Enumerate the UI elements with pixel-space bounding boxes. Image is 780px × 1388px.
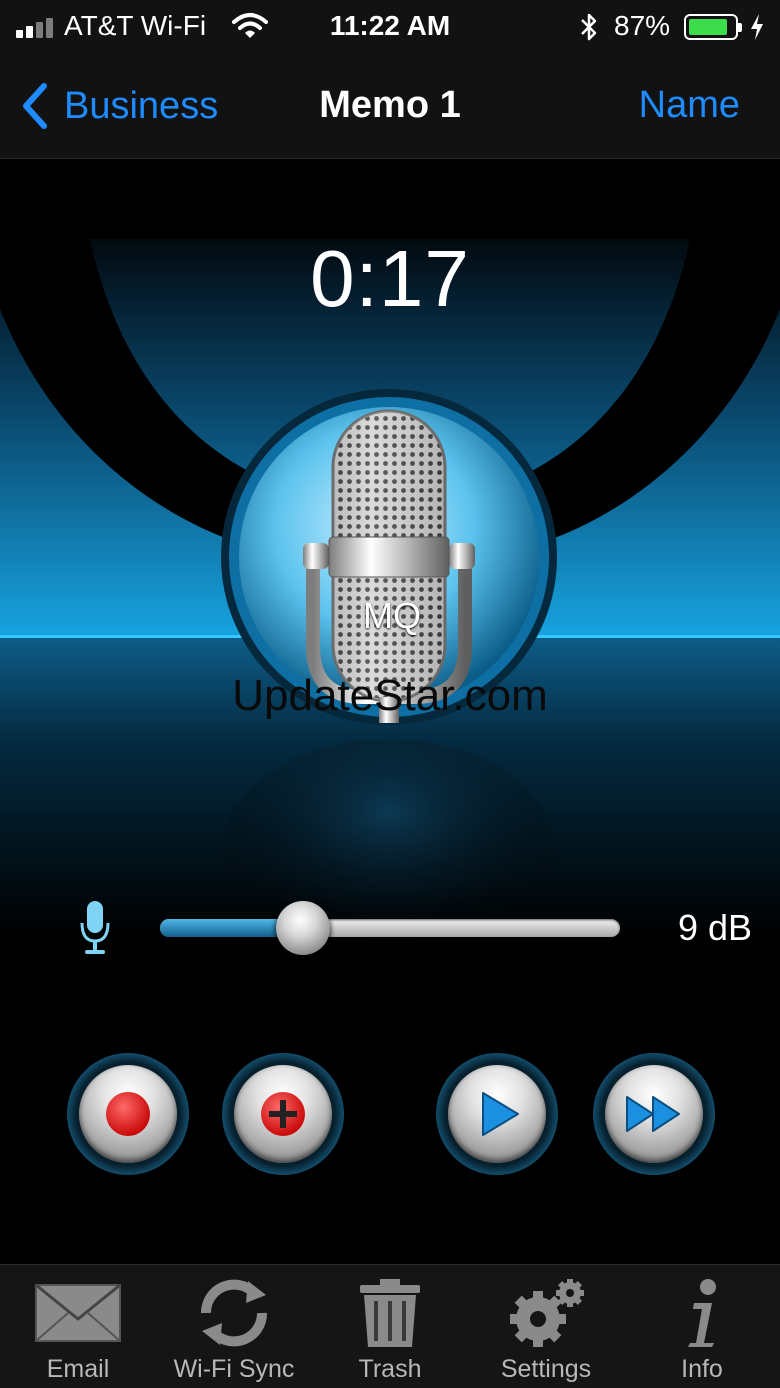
record-dot-icon — [106, 1092, 150, 1136]
tab-email-label: Email — [46, 1355, 110, 1383]
elapsed-timer: 0:17 — [310, 234, 470, 323]
bluetooth-icon — [581, 13, 597, 41]
recorder-stage: 0:17 MQ UpdateStar.com 9 dB — [0, 159, 780, 1264]
fast-forward-icon — [626, 1096, 680, 1132]
tab-bar: Email Wi-Fi Sync Trash Settings Info — [0, 1264, 780, 1388]
battery-percent: 87% — [614, 10, 671, 41]
input-level-mic-icon — [80, 901, 110, 954]
battery-icon — [684, 14, 742, 40]
watermark-text: UpdateStar.com — [232, 671, 548, 720]
tab-settings-label: Settings — [500, 1355, 592, 1383]
tab-email[interactable]: Email — [0, 1265, 156, 1388]
input-level-thumb[interactable] — [275, 901, 330, 955]
record-button[interactable] — [67, 1053, 189, 1175]
play-button[interactable] — [436, 1053, 558, 1175]
tab-info-label: Info — [681, 1355, 723, 1383]
tab-info[interactable]: Info — [624, 1265, 780, 1388]
charging-bolt-icon — [751, 14, 763, 40]
name-button[interactable]: Name — [639, 84, 740, 127]
gears-icon — [510, 1279, 584, 1347]
append-record-button[interactable] — [222, 1053, 344, 1175]
tab-settings[interactable]: Settings — [468, 1265, 624, 1388]
info-icon — [688, 1279, 716, 1347]
envelope-icon — [35, 1283, 121, 1342]
fast-forward-button[interactable] — [593, 1053, 715, 1175]
back-button-label: Business — [64, 84, 219, 127]
input-level-value: 9 dB — [677, 907, 752, 948]
tab-wifi-sync-label: Wi-Fi Sync — [173, 1355, 295, 1383]
sync-arrows-icon — [200, 1279, 268, 1347]
back-button[interactable]: Business — [20, 80, 218, 132]
navigation-bar: Business Memo 1 Name — [0, 54, 780, 159]
play-icon — [482, 1092, 519, 1136]
tab-trash-label: Trash — [358, 1355, 422, 1383]
tab-wifi-sync[interactable]: Wi-Fi Sync — [156, 1265, 312, 1388]
mic-logo-text: MQ — [363, 595, 421, 636]
status-bar: AT&T Wi-Fi 11:22 AM 87% — [0, 0, 780, 54]
chevron-left-icon — [23, 83, 47, 129]
trash-can-icon — [360, 1279, 420, 1347]
record-plus-icon — [261, 1092, 305, 1136]
tab-trash[interactable]: Trash — [312, 1265, 468, 1388]
input-level-slider[interactable] — [160, 919, 620, 937]
